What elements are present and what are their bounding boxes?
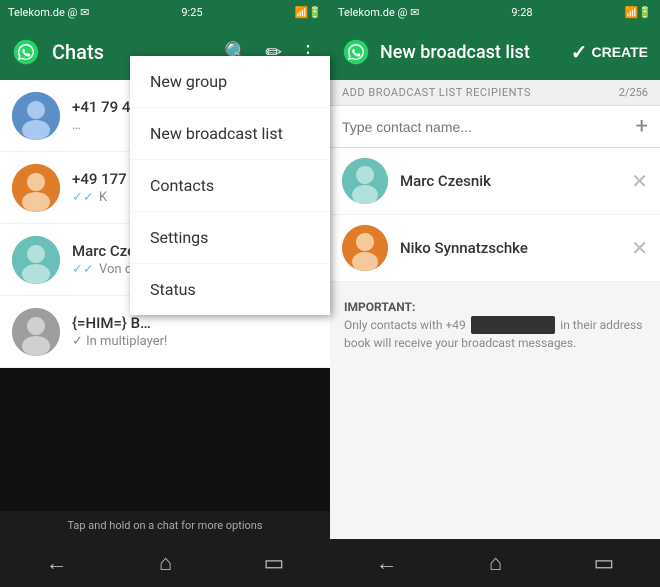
recent-icon[interactable]: ▭ (264, 551, 285, 576)
dropdown-menu: New group New broadcast list Contacts Se… (130, 56, 330, 315)
home-icon[interactable]: ⌂ (489, 550, 502, 576)
bottom-hint-text: Tap and hold on a chat for more options (67, 519, 262, 532)
notice-body: Only contacts with +49 █████████ in thei… (344, 318, 642, 350)
right-status-bar: Telekom.de @ ✉ 9:28 📶🔋 (330, 0, 660, 24)
contact-item: Marc Czesnik ✕ (330, 148, 660, 215)
recent-icon[interactable]: ▭ (594, 551, 615, 576)
chat-info: {=HIM=} B… ✓ In multiplayer! (72, 314, 318, 349)
left-panel: Telekom.de @ ✉ 9:25 📶🔋 Chats 🔍 ✏ ⋮ +41 7… (0, 0, 330, 587)
right-panel: Telekom.de @ ✉ 9:28 📶🔋 New broadcast lis… (330, 0, 660, 587)
check-icon: ✓ (571, 40, 588, 65)
recipients-bar: ADD BROADCAST LIST RECIPIENTS 2/256 (330, 80, 660, 106)
create-button[interactable]: ✓ CREATE (571, 40, 648, 65)
left-nav-bar: ← ⌂ ▭ (0, 539, 330, 587)
avatar (12, 164, 60, 212)
avatar (12, 236, 60, 284)
home-icon[interactable]: ⌂ (159, 550, 172, 576)
notice-heading: IMPORTANT: (344, 300, 415, 314)
contact-avatar (342, 158, 388, 204)
whatsapp-logo-icon (12, 38, 40, 66)
add-contact-icon[interactable]: + (636, 114, 648, 139)
contact-name: Niko Synnatzschke (400, 239, 631, 257)
chat-preview: ✓ In multiplayer! (72, 334, 318, 349)
dropdown-item-settings[interactable]: Settings (130, 212, 330, 264)
right-nav-bar: ← ⌂ ▭ (330, 539, 660, 587)
contact-avatar (342, 225, 388, 271)
back-icon[interactable]: ← (376, 550, 398, 576)
remove-contact-icon[interactable]: ✕ (631, 169, 648, 193)
recipients-label: ADD BROADCAST LIST RECIPIENTS (342, 86, 531, 99)
dropdown-item-new-group[interactable]: New group (130, 56, 330, 108)
right-status-time: 9:28 (511, 6, 532, 19)
recipients-count: 2/256 (619, 86, 648, 99)
whatsapp-logo-right-icon (342, 38, 370, 66)
right-status-icons: 📶🔋 (625, 6, 652, 19)
avatar (12, 308, 60, 356)
contact-name: Marc Czesnik (400, 172, 631, 190)
left-status-time: 9:25 (181, 6, 202, 19)
contact-search-input[interactable] (342, 119, 628, 135)
important-notice: IMPORTANT: Only contacts with +49 ██████… (330, 282, 660, 368)
broadcast-title: New broadcast list (380, 42, 561, 63)
redacted-number: █████████ (471, 316, 556, 334)
chat-name: {=HIM=} B… (72, 314, 318, 332)
avatar (12, 92, 60, 140)
contact-item: Niko Synnatzschke ✕ (330, 215, 660, 282)
right-carrier: Telekom.de @ ✉ (338, 6, 419, 19)
create-label: CREATE (591, 44, 648, 60)
search-bar: + (330, 106, 660, 148)
chat-dark-area (0, 368, 330, 511)
left-carrier: Telekom.de @ ✉ (8, 6, 89, 19)
dropdown-item-status[interactable]: Status (130, 264, 330, 315)
content-spacer (330, 368, 660, 539)
back-icon[interactable]: ← (46, 550, 68, 576)
dropdown-item-contacts[interactable]: Contacts (130, 160, 330, 212)
bottom-hint-bar: Tap and hold on a chat for more options (0, 511, 330, 539)
left-status-left: Telekom.de @ ✉ (8, 6, 89, 19)
left-status-right: 📶🔋 (295, 6, 322, 19)
right-header: New broadcast list ✓ CREATE (330, 24, 660, 80)
dropdown-item-new-broadcast[interactable]: New broadcast list (130, 108, 330, 160)
remove-contact-icon[interactable]: ✕ (631, 236, 648, 260)
left-status-bar: Telekom.de @ ✉ 9:25 📶🔋 (0, 0, 330, 24)
